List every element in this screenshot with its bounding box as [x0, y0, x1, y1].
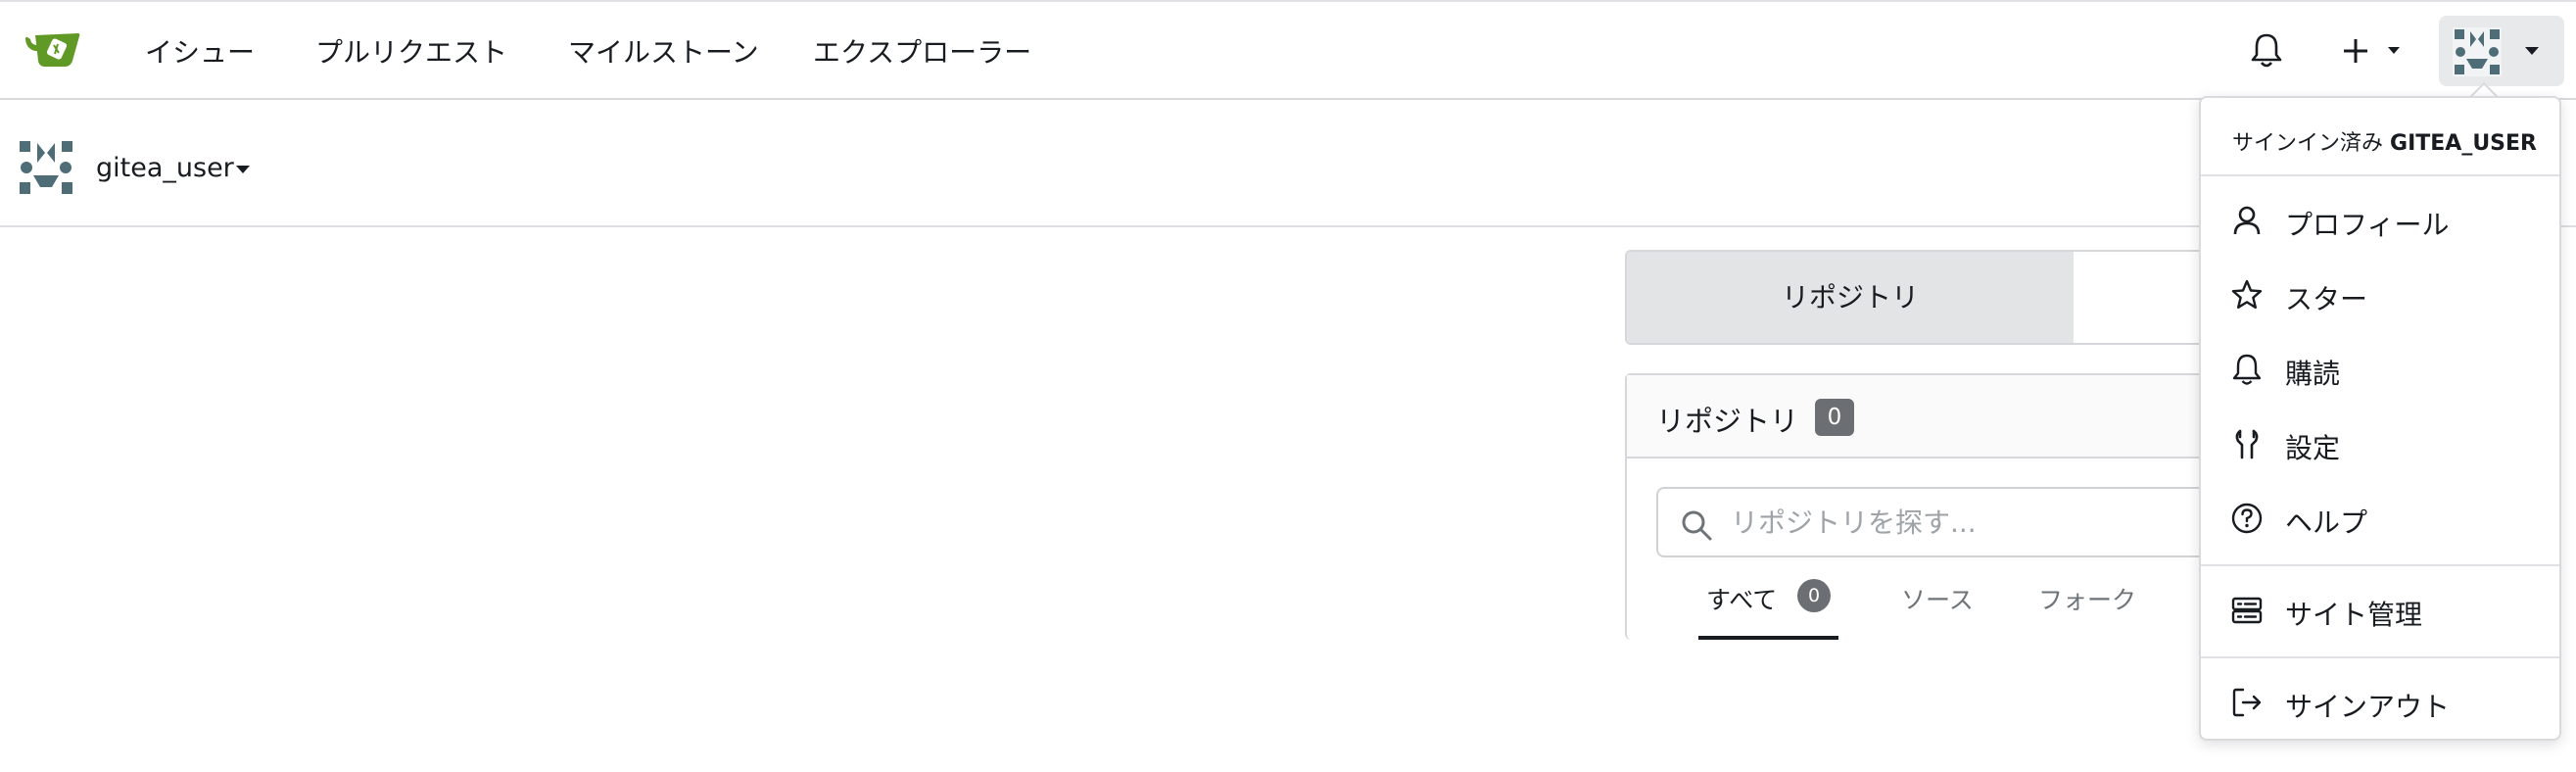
menu-item-subscriptions[interactable]: 購読	[2201, 339, 2559, 400]
menu-item-label: サイト管理	[2285, 599, 2423, 631]
repository-count-badge: 0	[1815, 399, 1854, 436]
nav-pull-requests[interactable]: プルリクエスト	[315, 31, 507, 71]
signed-in-username: GITEA_USER	[2390, 131, 2537, 156]
menu-item-label: スター	[2285, 283, 2368, 315]
menu-item-label: 設定	[2285, 432, 2341, 464]
nav-explore[interactable]: エクスプローラー	[813, 31, 1031, 71]
notifications-bell-icon[interactable]	[2249, 31, 2284, 69]
create-new-button[interactable]	[2343, 33, 2409, 69]
menu-item-settings[interactable]: 設定	[2201, 413, 2559, 474]
menu-item-label: ヘルプ	[2285, 507, 2368, 539]
context-bar: gitea_user	[0, 100, 2576, 227]
menu-item-profile[interactable]: プロフィール	[2201, 190, 2559, 251]
user-avatar	[2453, 27, 2502, 76]
menu-item-site-admin[interactable]: サイト管理	[2201, 580, 2559, 641]
menu-divider	[2201, 564, 2559, 566]
filter-tab-sources[interactable]: ソース	[1901, 581, 1974, 616]
repository-panel-title: リポジトリ	[1656, 405, 1799, 438]
chevron-down-icon[interactable]	[235, 165, 251, 174]
tab-repositories[interactable]: リポジトリ	[1627, 252, 2074, 343]
plus-icon	[2344, 39, 2400, 63]
signed-in-header: サインイン済み GITEA_USER	[2232, 125, 2537, 157]
gitea-logo-icon[interactable]	[24, 27, 84, 72]
user-menu-button[interactable]	[2439, 16, 2564, 86]
menu-item-label: プロフィール	[2285, 209, 2450, 241]
menu-item-sign-out[interactable]: サインアウト	[2201, 672, 2559, 733]
question-icon	[2231, 503, 2263, 534]
user-dropdown-menu: サインイン済み GITEA_USER プロフィール スター 購読 設定 ヘルプ …	[2199, 96, 2561, 741]
context-user-avatar	[18, 139, 74, 196]
tools-icon	[2235, 429, 2259, 459]
menu-divider	[2201, 174, 2559, 176]
menu-item-stars[interactable]: スター	[2201, 265, 2559, 325]
signed-in-prefix: サインイン済み	[2232, 131, 2384, 156]
chevron-down-icon	[2525, 47, 2539, 55]
server-icon	[2231, 597, 2263, 624]
filter-tab-forks[interactable]: フォーク	[2038, 581, 2136, 616]
top-navbar: イシュー プルリクエスト マイルストーン エクスプローラー	[0, 0, 2576, 100]
nav-issues[interactable]: イシュー	[145, 31, 255, 71]
menu-divider	[2201, 656, 2559, 658]
dashboard-tabs: リポジトリ	[1625, 250, 2213, 345]
sign-out-icon	[2232, 688, 2262, 717]
menu-item-label: サインアウト	[2285, 691, 2451, 723]
filter-tab-all[interactable]: すべて	[1706, 581, 1777, 616]
context-username[interactable]: gitea_user	[96, 153, 234, 183]
menu-item-help[interactable]: ヘルプ	[2201, 488, 2559, 549]
star-icon	[2231, 279, 2263, 309]
search-icon	[1682, 510, 1712, 541]
active-filter-underline	[1698, 636, 1838, 640]
bell-icon	[2232, 354, 2262, 385]
filter-all-count-badge: 0	[1797, 579, 1831, 612]
person-icon	[2233, 206, 2261, 235]
nav-milestones[interactable]: マイルストーン	[568, 31, 759, 71]
menu-item-label: 購読	[2285, 358, 2341, 390]
